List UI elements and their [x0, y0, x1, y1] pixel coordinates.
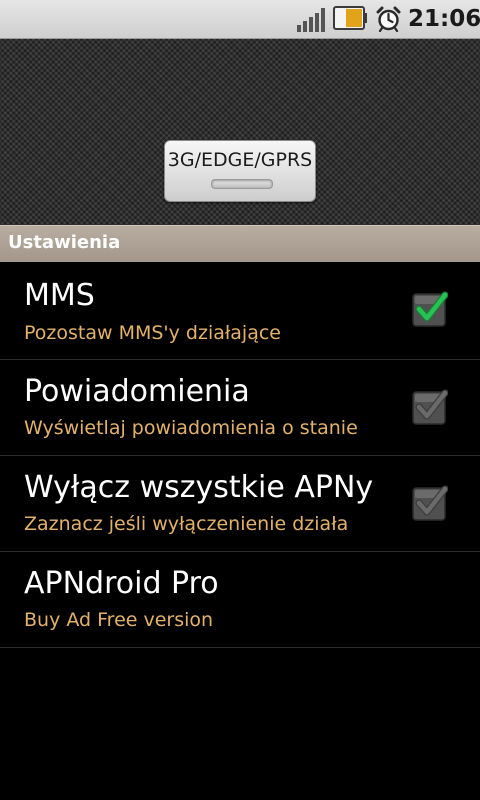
widget-panel: 3G/EDGE/GPRS: [0, 39, 480, 225]
alarm-icon: [376, 6, 401, 32]
clock: 21:06: [408, 6, 480, 32]
disable-apn-checkbox[interactable]: [412, 485, 448, 521]
pref-title: Wyłącz wszystkie APNy: [24, 470, 374, 505]
section-title: Ustawienia: [8, 232, 121, 253]
pref-summary: Wyświetlaj powiadomienia o stanie: [24, 417, 358, 439]
pref-item-disable-apn[interactable]: Wyłącz wszystkie APNy Zaznacz jeśli wyłą…: [0, 456, 480, 552]
pref-title: APNdroid Pro: [24, 566, 219, 601]
pref-title: Powiadomienia: [24, 374, 250, 409]
network-toggle-button[interactable]: 3G/EDGE/GPRS: [164, 140, 316, 202]
screen: 21:06 3G/EDGE/GPRS Ustawienia MMS Pozost…: [0, 0, 480, 800]
pref-item-apndroid-pro[interactable]: APNdroid Pro Buy Ad Free version: [0, 552, 480, 648]
status-bar: 21:06: [0, 0, 480, 39]
preference-list: MMS Pozostaw MMS'y działające Powiadomie…: [0, 262, 480, 648]
pref-summary: Pozostaw MMS'y działające: [24, 322, 281, 344]
signal-icon: [297, 8, 325, 32]
network-toggle-label: 3G/EDGE/GPRS: [167, 149, 313, 171]
section-header: Ustawienia: [0, 225, 480, 262]
pref-summary: Buy Ad Free version: [24, 609, 214, 631]
notifications-checkbox[interactable]: [412, 389, 448, 425]
pref-summary: Zaznacz jeśli wyłączenienie działa: [24, 513, 349, 535]
pref-title: MMS: [24, 278, 95, 313]
battery-icon: [333, 6, 367, 30]
pref-item-mms[interactable]: MMS Pozostaw MMS'y działające: [0, 262, 480, 360]
toggle-indicator: [211, 179, 273, 189]
pref-item-notifications[interactable]: Powiadomienia Wyświetlaj powiadomienia o…: [0, 360, 480, 456]
mms-checkbox[interactable]: [412, 291, 448, 327]
